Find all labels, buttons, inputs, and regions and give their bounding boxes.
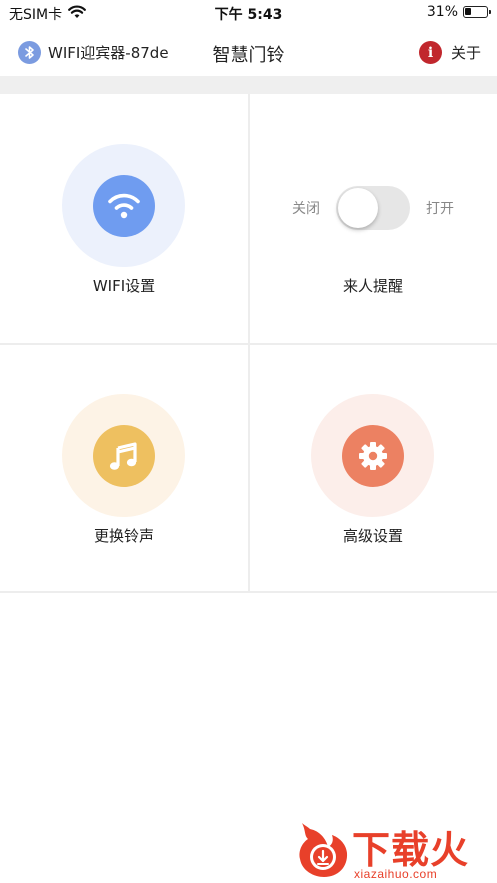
- about-label: 关于: [450, 44, 481, 62]
- visitor-reminder-label: 来人提醒: [342, 277, 403, 295]
- watermark-text: 下载火: [352, 828, 470, 872]
- wifi-settings-label: WIFI设置: [92, 277, 156, 295]
- toggle-on-label: 打开: [426, 201, 454, 217]
- function-grid: WIFI设置 关闭 打开 来人提醒 更换铃声 高级设置: [0, 94, 497, 594]
- flame-logo-icon: [292, 817, 350, 879]
- gear-icon: [341, 424, 404, 487]
- visitor-reminder-toggle[interactable]: [336, 186, 410, 230]
- nav-bar: WIFI迎宾器-87de 智慧门铃 i 关于: [0, 28, 497, 78]
- info-icon: i: [418, 41, 442, 64]
- advanced-settings-tile[interactable]: 高级设置: [249, 344, 497, 593]
- status-bar: 无SIM卡 下午 5:43 31%: [0, 0, 497, 26]
- battery-percent: 31%: [426, 4, 458, 20]
- gear-icon-halo: [311, 394, 434, 517]
- app-screen: 无SIM卡 下午 5:43 31% WIFI迎宾器-87de 智慧门铃 i 关于…: [0, 0, 497, 883]
- advanced-settings-label: 高级设置: [342, 527, 403, 545]
- toggle-off-label: 关闭: [292, 201, 320, 217]
- status-time: 下午 5:43: [214, 7, 283, 23]
- watermark-url: xiazaihuo.com: [354, 867, 438, 881]
- status-right: 31%: [426, 4, 491, 20]
- wifi-icon: [92, 174, 155, 237]
- wifi-settings-tile[interactable]: WIFI设置: [0, 94, 248, 343]
- battery-icon: [463, 6, 491, 18]
- battery-cap: [489, 10, 491, 14]
- separator-band: [0, 76, 497, 94]
- change-ringtone-label: 更换铃声: [93, 527, 154, 545]
- toggle-row: 关闭 打开: [249, 186, 497, 230]
- music-icon-halo: [62, 394, 185, 517]
- toggle-knob: [338, 188, 378, 228]
- wifi-icon-halo: [62, 144, 185, 267]
- battery-level: [465, 8, 471, 15]
- visitor-reminder-tile: 关闭 打开 来人提醒: [249, 94, 497, 343]
- music-note-icon: [92, 424, 155, 487]
- about-button[interactable]: i 关于: [418, 41, 481, 64]
- watermark-logo: 下载火 xiazaihuo.com: [290, 815, 495, 883]
- change-ringtone-tile[interactable]: 更换铃声: [0, 344, 248, 593]
